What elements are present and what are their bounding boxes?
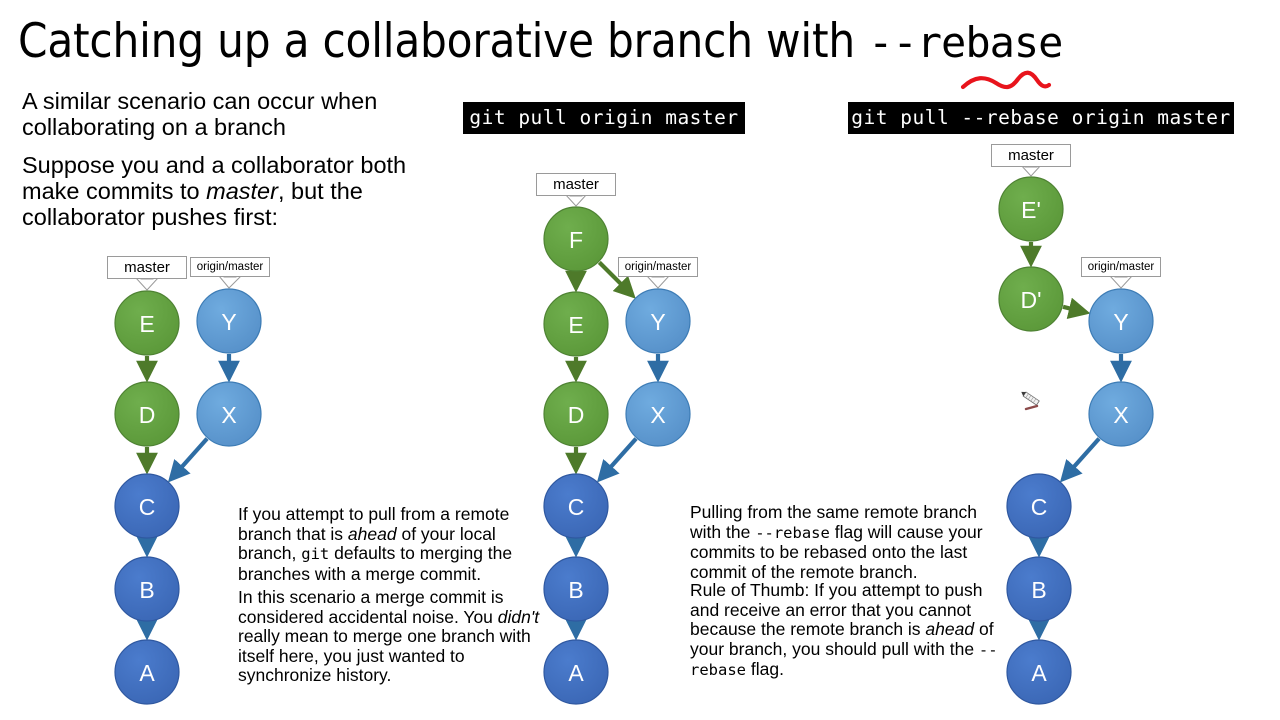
commit-node-label: E <box>139 311 154 337</box>
commit-node-A: A <box>1006 639 1072 705</box>
commit-node-label: D <box>139 402 156 428</box>
ref-label-pointer-arrow <box>645 275 671 289</box>
note-left-2-italic: didn't <box>497 606 540 627</box>
commit-node-C: C <box>114 473 180 539</box>
ref-label-origin-master: origin/master <box>1081 257 1161 277</box>
commit-node-label: C <box>1031 494 1048 520</box>
commit-node-E: E <box>543 291 609 357</box>
note-right-1-mono: --rebase <box>755 523 830 542</box>
note-right-1: Pulling from the same remote branch with… <box>690 502 1000 582</box>
commit-node-label: X <box>1113 402 1128 428</box>
ref-label-master: master <box>991 144 1071 167</box>
ref-label-origin-master: origin/master <box>618 257 698 277</box>
commit-node-label: A <box>568 660 584 686</box>
commit-node-label: X <box>650 402 665 428</box>
commit-node-D: D <box>543 381 609 447</box>
ref-label-master: master <box>107 256 187 279</box>
ref-label-pointer-arrow <box>134 277 160 291</box>
commit-node-C: C <box>543 473 609 539</box>
commit-node-label: C <box>139 494 156 520</box>
commit-node-B: B <box>114 556 180 622</box>
commit-node-label: D' <box>1020 287 1041 313</box>
slide-canvas: Catching up a collaborative branch with … <box>0 0 1280 720</box>
commit-node-E: E <box>114 290 180 356</box>
commit-node-label: C <box>568 494 585 520</box>
commit-node-Y: Y <box>196 288 262 354</box>
commit-node-A: A <box>114 639 180 705</box>
commit-node-label: E' <box>1021 197 1041 223</box>
commit-node-label: B <box>568 577 583 603</box>
edge-X-to-C <box>596 437 638 483</box>
commit-node-Eprime: E' <box>998 176 1064 242</box>
commit-node-label: D <box>568 402 585 428</box>
pen-cursor-stroke <box>1024 404 1039 411</box>
ref-label-pointer-arrow <box>1108 275 1134 289</box>
commit-node-label: X <box>221 402 236 428</box>
note-left-2: In this scenario a merge commit is consi… <box>238 587 546 686</box>
commit-node-label: Y <box>650 309 665 335</box>
commit-node-C: C <box>1006 473 1072 539</box>
commit-node-D: D <box>114 381 180 447</box>
commit-node-X: X <box>196 381 262 447</box>
edge-Dp-to-Y <box>1062 297 1091 319</box>
commit-node-B: B <box>1006 556 1072 622</box>
ref-label-pointer-arrow <box>217 275 243 289</box>
note-left-1-italic: ahead <box>347 523 397 544</box>
commit-node-B: B <box>543 556 609 622</box>
note-right-2-italic: ahead <box>925 619 975 639</box>
ref-label-master: master <box>536 173 616 196</box>
pen-cursor-icon <box>1021 391 1040 406</box>
commit-node-label: Y <box>1113 309 1128 335</box>
note-left-1: If you attempt to pull from a remote bra… <box>238 504 546 584</box>
commit-node-X: X <box>625 381 691 447</box>
commit-node-Dprime: D' <box>998 266 1064 332</box>
edge-X-to-C <box>1059 437 1101 483</box>
commit-node-X: X <box>1088 381 1154 447</box>
commit-node-label: F <box>569 227 583 253</box>
note-left-2-a: In this scenario a merge commit is consi… <box>238 587 504 627</box>
commit-graph-layer: E Y D X C B A F E Y D X C B A E' D' Y X C B A <box>114 70 1154 705</box>
commit-node-label: B <box>1031 577 1046 603</box>
commit-node-label: B <box>139 577 154 603</box>
note-right-2-c: flag. <box>746 659 784 679</box>
commit-node-label: Y <box>221 309 236 335</box>
commit-node-Y: Y <box>1088 288 1154 354</box>
ref-label-origin-master: origin/master <box>190 257 270 277</box>
commit-node-label: A <box>1031 660 1047 686</box>
red-squiggle-annotation <box>960 70 1052 90</box>
commit-node-F: F <box>543 206 609 272</box>
note-right-2: Rule of Thumb: If you attempt to push an… <box>690 580 1000 681</box>
commit-node-Y: Y <box>625 288 691 354</box>
note-left-2-b: really mean to merge one branch with its… <box>238 626 531 685</box>
commit-node-A: A <box>543 639 609 705</box>
edge-X-to-C <box>167 437 209 483</box>
commit-node-label: E <box>568 312 583 338</box>
commit-node-label: A <box>139 660 155 686</box>
note-left-1-mono: git <box>301 545 330 563</box>
